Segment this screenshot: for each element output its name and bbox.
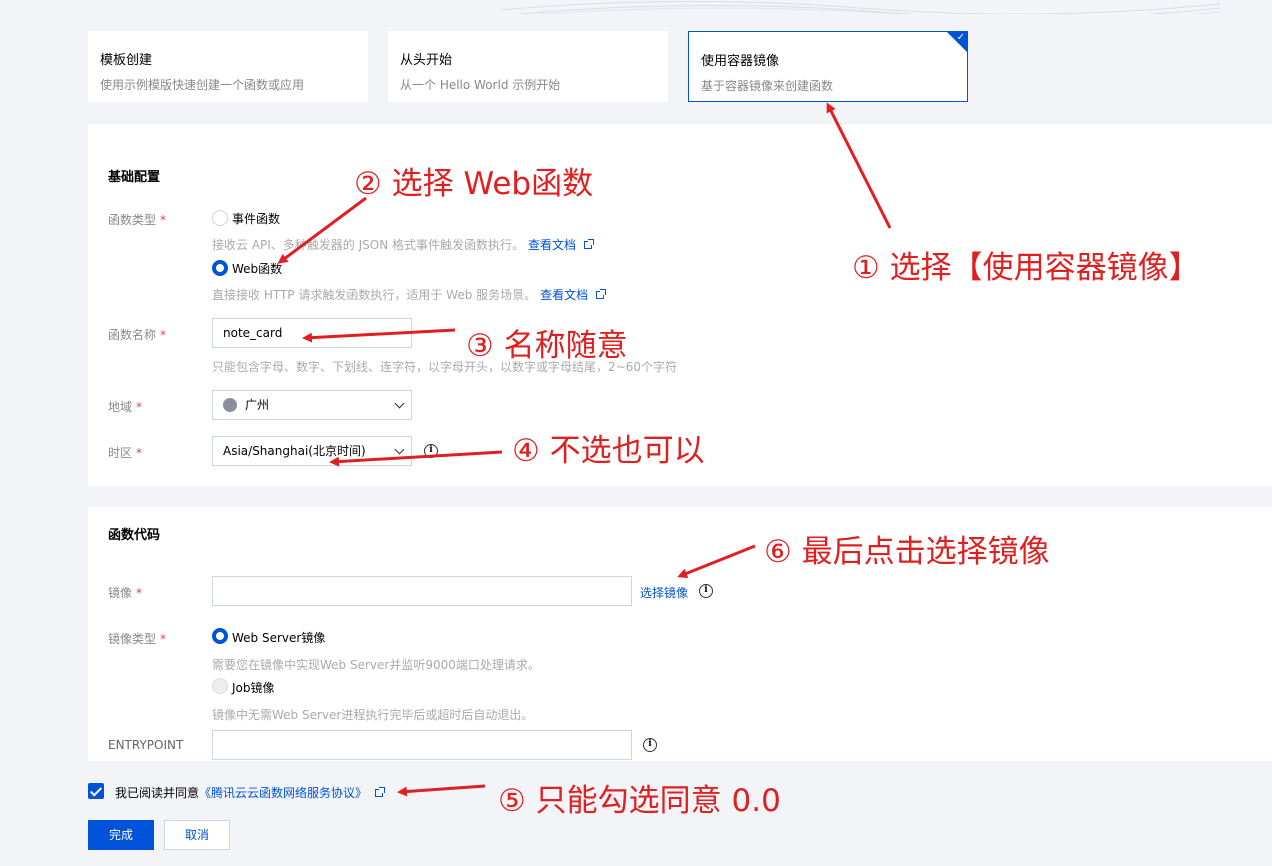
card-container-image[interactable]: 使用容器镜像 基于容器镜像来创建函数 ✓ <box>688 31 968 102</box>
info-icon[interactable]: i <box>424 444 438 458</box>
card-from-scratch[interactable]: 从头开始 从一个 Hello World 示例开始 <box>388 31 668 102</box>
region-value: 广州 <box>245 398 270 412</box>
card-desc: 从一个 Hello World 示例开始 <box>400 78 561 92</box>
entrypoint-label: ENTRYPOINT <box>108 738 184 752</box>
image-label: 镜像 * <box>108 586 143 600</box>
annotation-5: ⑤ 只能勾选同意 0.0 <box>498 783 781 819</box>
done-button[interactable]: 完成 <box>88 820 154 850</box>
timezone-value: Asia/Shanghai(北京时间) <box>223 444 366 458</box>
annotation-3: ③ 名称随意 <box>466 328 628 364</box>
external-link-icon <box>375 787 386 797</box>
web-server-image-hint: 需要您在镜像中实现Web Server并监听9000端口处理请求。 <box>212 658 540 672</box>
func-type-label: 函数类型 * <box>108 213 167 227</box>
doc-link[interactable]: 查看文档 <box>540 288 588 302</box>
web-server-image-label: Web Server镜像 <box>232 631 326 645</box>
external-link-icon <box>584 239 595 249</box>
card-title: 模板创建 <box>100 53 153 68</box>
agreement-text: 我已阅读并同意《腾讯云云函数网络服务协议》 <box>115 784 386 801</box>
region-label: 地域 * <box>108 400 143 414</box>
entrypoint-input[interactable] <box>212 730 632 760</box>
func-name-label: 函数名称 * <box>108 328 167 342</box>
image-input[interactable] <box>212 576 632 606</box>
web-function-hint: 直接接收 HTTP 请求触发函数执行，适用于 Web 服务场景。 查看文档 <box>212 286 607 303</box>
card-desc: 使用示例模版快速创建一个函数或应用 <box>100 78 305 92</box>
chevron-down-icon <box>394 398 405 409</box>
info-icon[interactable]: i <box>699 584 713 598</box>
annotation-4: ④ 不选也可以 <box>512 433 705 469</box>
external-link-icon <box>596 289 607 299</box>
timezone-select[interactable]: Asia/Shanghai(北京时间) <box>212 436 412 466</box>
card-title: 使用容器镜像 <box>701 54 780 69</box>
doc-link[interactable]: 查看文档 <box>528 238 576 252</box>
job-image-hint: 镜像中无需Web Server进程执行完毕后或超时后自动退出。 <box>212 708 534 722</box>
radio-event-function[interactable] <box>212 210 228 226</box>
arrow-5 <box>397 784 486 797</box>
annotation-1: ① 选择【使用容器镜像】 <box>852 250 1200 286</box>
cancel-button[interactable]: 取消 <box>164 820 230 850</box>
web-function-label: Web函数 <box>232 262 283 276</box>
event-function-hint: 接收云 API、多种触发器的 JSON 格式事件触发函数执行。 查看文档 <box>212 236 595 253</box>
card-desc: 基于容器镜像来创建函数 <box>701 79 834 93</box>
check-icon: ✓ <box>956 32 965 43</box>
card-title: 从头开始 <box>400 53 453 68</box>
globe-icon <box>223 398 237 412</box>
event-function-label: 事件函数 <box>232 212 281 226</box>
select-image-link[interactable]: 选择镜像 <box>640 584 688 601</box>
radio-web-server-image[interactable] <box>212 628 228 644</box>
annotation-6: ⑥ 最后点击选择镜像 <box>764 534 1050 570</box>
header-decoration-pattern <box>500 0 1220 14</box>
timezone-label: 时区 * <box>108 446 143 460</box>
chevron-down-icon <box>394 444 405 455</box>
agreement-checkbox[interactable] <box>88 783 104 799</box>
radio-web-function[interactable] <box>212 260 228 276</box>
job-image-label: Job镜像 <box>232 681 275 695</box>
annotation-2: ② 选择 Web函数 <box>354 166 594 202</box>
section-title-basic: 基础配置 <box>108 170 161 185</box>
image-type-label: 镜像类型 * <box>108 632 167 646</box>
func-name-input[interactable]: note_card <box>212 318 412 348</box>
card-template[interactable]: 模板创建 使用示例模版快速创建一个函数或应用 <box>88 31 368 102</box>
agreement-link[interactable]: 《腾讯云云函数网络服务协议》 <box>199 786 367 800</box>
radio-job-image[interactable] <box>212 678 228 694</box>
section-title-code: 函数代码 <box>108 528 161 543</box>
region-select[interactable]: 广州 <box>212 390 412 420</box>
info-icon[interactable]: i <box>643 738 657 752</box>
header-decoration <box>500 0 1220 14</box>
